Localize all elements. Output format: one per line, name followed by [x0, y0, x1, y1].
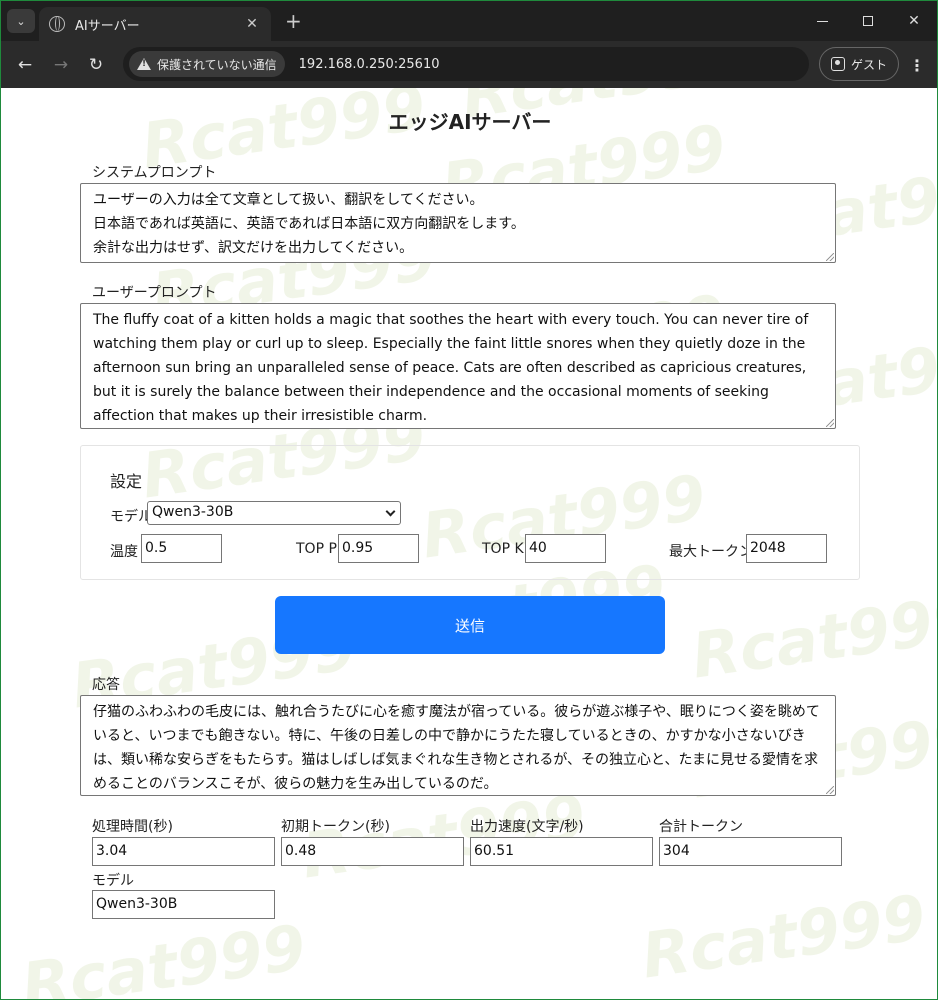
address-bar[interactable]: 保護されていない通信 192.168.0.250:25610 [123, 47, 809, 81]
window-close-button[interactable]: ✕ [891, 1, 937, 41]
watermark: Rcat999 [637, 880, 931, 993]
settings-panel: 設定 モデル Qwen3-30B 温度 0.5 TOP P 0.95 TOP K… [80, 445, 860, 580]
page-title: エッジAIサーバー [388, 110, 552, 134]
total-tokens-label: 合計トークン [659, 819, 743, 835]
window-controls: ✕ [799, 1, 937, 41]
minimize-icon [816, 20, 828, 22]
warning-icon [137, 58, 151, 70]
maximize-button[interactable] [845, 1, 891, 41]
more-vertical-icon: ⋮ [909, 55, 925, 75]
processing-time-field[interactable]: 3.04 [92, 837, 275, 866]
browser-toolbar: ← → ↻ 保護されていない通信 192.168.0.250:25610 ゲスト… [1, 41, 937, 89]
user-prompt-label: ユーザープロンプト [92, 285, 217, 301]
browser-chrome: ⌄ AIサーバー ✕ + ✕ ← → ↻ 保護されていない通信 192.168.… [0, 0, 938, 89]
maximize-icon [863, 16, 873, 26]
browser-menu-button[interactable]: ⋮ [907, 53, 927, 77]
security-label: 保護されていない通信 [157, 57, 277, 72]
profile-label: ゲスト [850, 57, 887, 72]
temperature-label: 温度 [110, 544, 138, 560]
response-textarea[interactable]: 仔猫のふわふわの毛皮には、触れ合うたびに心を癒す魔法が宿っている。彼らが遊ぶ様子… [80, 695, 836, 796]
model-select[interactable]: Qwen3-30B [147, 501, 401, 525]
output-speed-field[interactable]: 60.51 [470, 837, 653, 866]
profile-button[interactable]: ゲスト [819, 47, 899, 81]
user-prompt-textarea[interactable]: The fluffy coat of a kitten holds a magi… [80, 303, 836, 429]
watermark: Rcat999 [17, 910, 311, 1000]
back-button[interactable]: ← [11, 51, 39, 79]
system-prompt-label: システムプロンプト [92, 165, 217, 181]
reload-icon: ↻ [88, 55, 104, 75]
system-prompt-textarea[interactable]: ユーザーの入力は全て文章として扱い、翻訳をしてください。 日本語であれば英語に、… [80, 183, 836, 263]
send-button[interactable]: 送信 [275, 596, 665, 654]
temperature-input[interactable]: 0.5 [141, 534, 222, 563]
model-label: モデル [110, 509, 152, 525]
top-p-input[interactable]: 0.95 [338, 534, 419, 563]
top-k-input[interactable]: 40 [525, 534, 606, 563]
tab-strip: ⌄ AIサーバー ✕ + ✕ [1, 1, 937, 41]
total-tokens-field[interactable]: 304 [659, 837, 842, 866]
arrow-right-icon: → [53, 55, 69, 75]
settings-heading: 設定 [110, 472, 143, 491]
watermark: Rcat999 [687, 580, 938, 693]
browser-tab[interactable]: AIサーバー ✕ [39, 7, 271, 41]
url-text[interactable]: 192.168.0.250:25610 [299, 57, 440, 72]
globe-icon [49, 16, 65, 32]
first-token-label: 初期トークン(秒) [281, 819, 390, 835]
first-token-field[interactable]: 0.48 [281, 837, 464, 866]
reload-button[interactable]: ↻ [82, 51, 110, 79]
max-tokens-label: 最大トークン [669, 544, 753, 560]
top-k-label: TOP K [482, 541, 524, 557]
tab-search-button[interactable]: ⌄ [7, 9, 35, 33]
new-tab-button[interactable]: + [285, 9, 302, 33]
tab-title: AIサーバー [75, 18, 140, 34]
page-viewport: Rcat999 Rcat999 Rcat999 Rcat999 Rcat999 … [0, 88, 938, 1000]
result-model-label: モデル [92, 873, 134, 889]
chevron-down-icon [385, 506, 396, 517]
response-label: 応答 [92, 677, 120, 693]
close-icon[interactable]: ✕ [243, 16, 261, 32]
output-speed-label: 出力速度(文字/秒) [470, 819, 584, 835]
security-indicator[interactable]: 保護されていない通信 [129, 51, 285, 77]
close-icon: ✕ [908, 13, 920, 29]
forward-button[interactable]: → [47, 51, 75, 79]
top-p-label: TOP P [296, 541, 337, 557]
model-select-value: Qwen3-30B [152, 504, 234, 520]
max-tokens-input[interactable]: 2048 [746, 534, 827, 563]
chevron-down-icon: ⌄ [16, 14, 26, 28]
processing-time-label: 処理時間(秒) [92, 819, 173, 835]
arrow-left-icon: ← [17, 55, 33, 75]
result-model-field[interactable]: Qwen3-30B [92, 890, 275, 919]
minimize-button[interactable] [799, 1, 845, 41]
profile-icon [830, 57, 845, 71]
